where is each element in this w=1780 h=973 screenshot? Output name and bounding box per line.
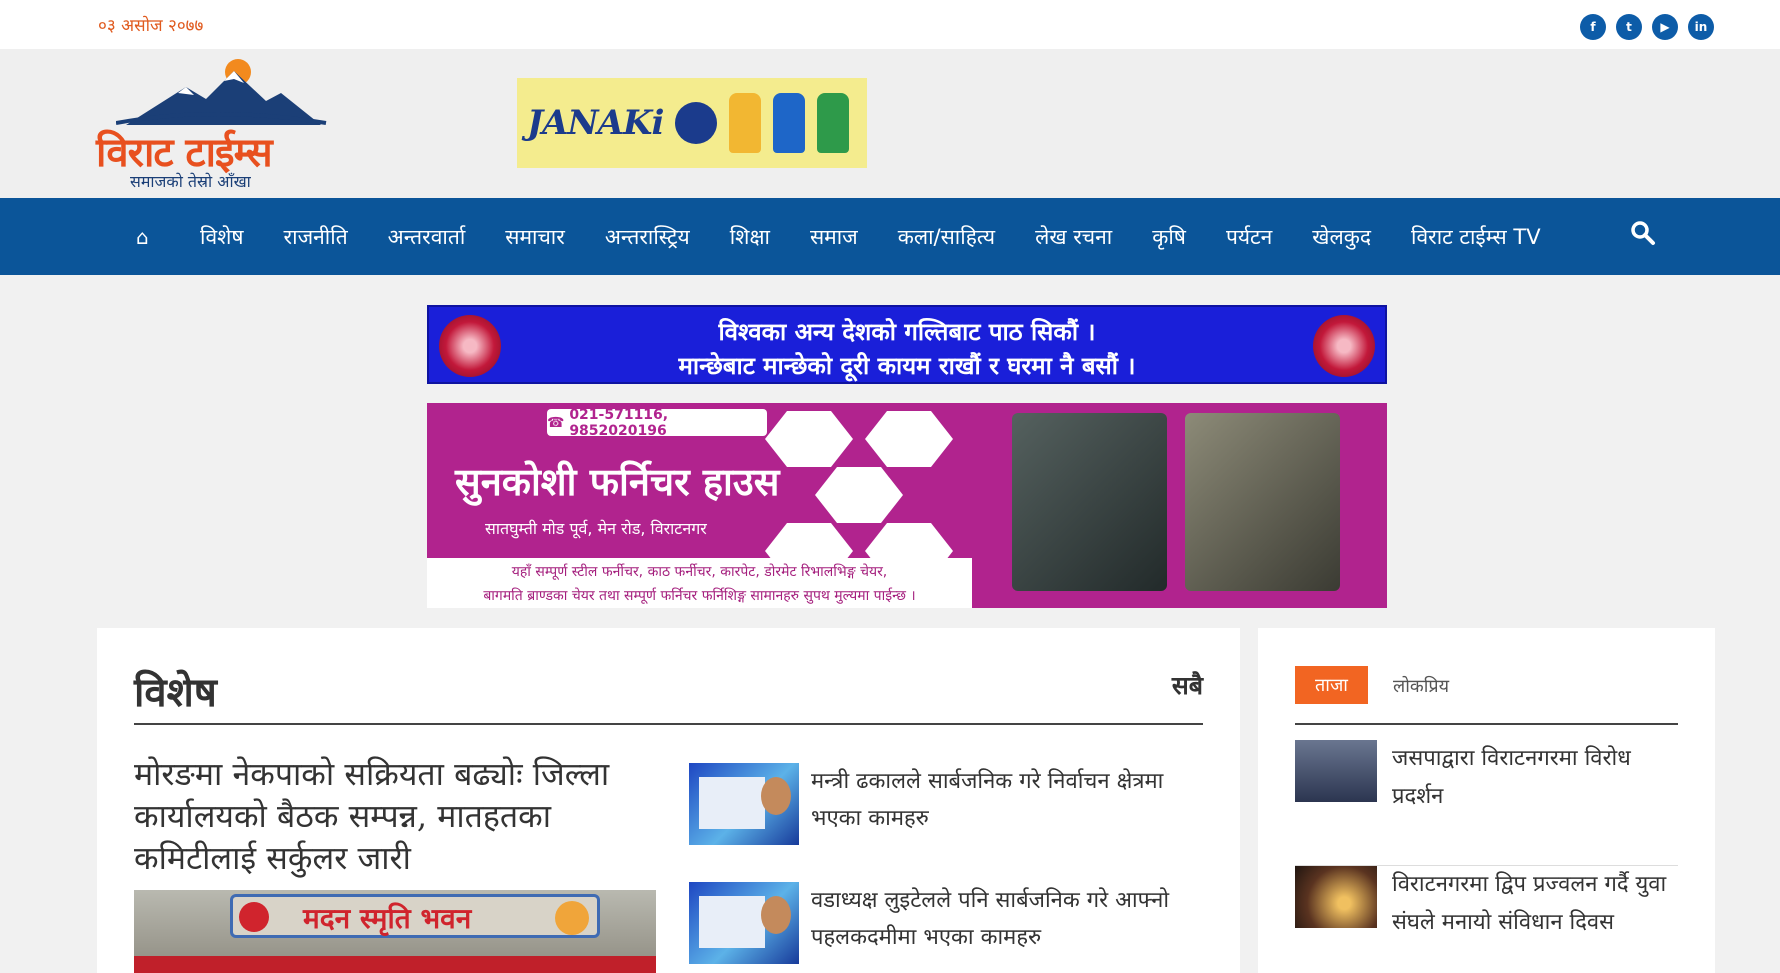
building-sign: मदन स्मृति भवन	[230, 894, 600, 938]
nav-item-shiksha[interactable]: शिक्षा	[730, 223, 770, 251]
home-icon[interactable]: ⌂	[136, 225, 166, 249]
main-nav: ⌂ विशेष राजनीति अन्तरवार्ता समाचार अन्तर…	[0, 198, 1780, 275]
tank-icon	[729, 93, 762, 153]
ad-phone: ☎ 021-571116, 9852020196	[547, 406, 767, 439]
mountain-logo-icon	[116, 59, 327, 125]
safe-image	[1012, 413, 1167, 591]
news-thumbnail	[1295, 740, 1377, 802]
janaki-ad[interactable]: JANAKi	[517, 78, 867, 168]
thumbnail-document	[699, 896, 765, 948]
twitter-icon[interactable]: t	[1616, 14, 1642, 40]
ad-footer-line-2: बागमति ब्राण्डका चेयर तथा सम्पूर्ण फर्नि…	[483, 588, 916, 604]
nav-item-antarastriya[interactable]: अन्तरास्ट्रिय	[605, 223, 690, 251]
product-hex	[865, 411, 953, 467]
news-title: विराटनगरमा द्विप प्रज्वलन गर्दै युवा संघ…	[1392, 872, 1667, 935]
lead-story-title[interactable]: मोरङमा नेकपाको सक्रियता बढ्योः जिल्ला का…	[134, 753, 664, 879]
nav-item-bishesh[interactable]: विशेष	[200, 223, 244, 251]
tank-icon	[773, 93, 806, 153]
hammer-sickle-icon	[239, 902, 269, 932]
story-title: मन्त्री ढकालले सार्बजनिक गरे निर्वाचन क्…	[811, 769, 1164, 831]
list-item[interactable]: जसपाद्वारा विराटनगरमा विरोध प्रदर्शन	[1295, 740, 1678, 866]
story-thumbnail	[689, 882, 799, 964]
story-thumbnail	[689, 763, 799, 845]
nav-item-lekh-rachana[interactable]: लेख रचना	[1035, 223, 1112, 251]
thumbnail-document	[699, 777, 765, 829]
furniture-ad[interactable]: ☎ 021-571116, 9852020196 सुनकोशी फर्निचर…	[427, 403, 1387, 608]
covid-line-2: मान्छेबाट मान्छेको दूरी कायम राखौं र घरम…	[678, 351, 1136, 380]
logo-tagline: समाजको तेस्रो आँखा	[130, 172, 251, 191]
section-title: विशेष	[134, 669, 217, 716]
ad-address: सातघुम्ती मोड पूर्व, मेन रोड, विराटनगर	[485, 519, 707, 538]
news-thumbnail	[1295, 866, 1377, 928]
nav-item-tv[interactable]: विराट टाईम्स TV	[1411, 223, 1541, 251]
latest-news-sidebar: ताजा लोकप्रिय जसपाद्वारा विराटनगरमा विरो…	[1258, 628, 1715, 973]
sidebar-divider	[1295, 723, 1678, 725]
nav-item-krishi[interactable]: कृषि	[1152, 223, 1186, 251]
top-bar: ०३ असोज २०७७ f t ▶ in	[0, 0, 1780, 49]
ad-phone-number: 021-571116, 9852020196	[569, 406, 669, 439]
nav-item-antarwarta[interactable]: अन्तरवार्ता	[388, 223, 466, 251]
list-item[interactable]: वडाध्यक्ष लुइटेलले पनि सार्बजनिक गरे आफ्…	[689, 882, 1209, 964]
site-header: विराट टाईम्स समाजको तेस्रो आँखा JANAKi	[0, 49, 1780, 198]
facebook-icon[interactable]: f	[1580, 14, 1606, 40]
ad-brand: JANAKi	[527, 103, 664, 143]
ad-shop-name: सुनकोशी फर्निचर हाउस	[455, 459, 780, 504]
list-item[interactable]: मन्त्री ढकालले सार्बजनिक गरे निर्वाचन क्…	[689, 763, 1209, 845]
view-all-link[interactable]: सबै	[1172, 668, 1203, 702]
ad-footer-line-1: यहाँ सम्पूर्ण स्टील फर्नीचर, काठ फर्नीचर…	[511, 564, 888, 580]
tank-icon	[817, 93, 850, 153]
site-logo[interactable]: विराट टाईम्स समाजको तेस्रो आँखा	[96, 57, 327, 192]
nav-item-paryatan[interactable]: पर्यटन	[1226, 223, 1272, 251]
guarantee-seal-icon	[675, 102, 718, 144]
product-hex	[815, 467, 903, 523]
youtube-icon[interactable]: ▶	[1652, 14, 1678, 40]
nav-item-kala-sahitya[interactable]: कला/साहित्य	[898, 223, 995, 251]
tab-popular[interactable]: लोकप्रिय	[1393, 674, 1449, 698]
linkedin-icon[interactable]: in	[1688, 14, 1714, 40]
ad-footer: यहाँ सम्पूर्ण स्टील फर्नीचर, काठ फर्नीचर…	[427, 558, 972, 608]
nav-item-rajniti[interactable]: राजनीति	[284, 223, 348, 251]
current-date: ०३ असोज २०७७	[98, 16, 204, 36]
search-icon[interactable]	[1630, 220, 1656, 246]
social-links: f t ▶ in	[1580, 14, 1714, 40]
nav-item-samachar[interactable]: समाचार	[505, 223, 565, 251]
nav-item-samaj[interactable]: समाज	[810, 223, 858, 251]
lead-story-image[interactable]: मदन स्मृति भवन	[134, 890, 656, 973]
tab-latest[interactable]: ताजा	[1295, 666, 1368, 704]
story-title: वडाध्यक्ष लुइटेलले पनि सार्बजनिक गरे आफ्…	[811, 888, 1170, 950]
covid-banner[interactable]: विश्वका अन्य देशको गल्तिबाट पाठ सिकौं । …	[427, 305, 1387, 384]
covid-line-1: विश्वका अन्य देशको गल्तिबाट पाठ सिकौं ।	[718, 317, 1096, 346]
list-item[interactable]: विराटनगरमा द्विप प्रज्वलन गर्दै युवा संघ…	[1295, 866, 1678, 973]
thumbnail-portrait	[761, 896, 791, 934]
red-banner-strip	[134, 956, 656, 973]
section-divider	[134, 723, 1203, 725]
nav-item-khelkud[interactable]: खेलकुद	[1312, 223, 1371, 251]
sign-text: मदन स्मृति भवन	[303, 902, 472, 935]
thumbnail-portrait	[761, 777, 791, 815]
sun-icon	[555, 901, 589, 935]
featured-section: विशेष सबै मोरङमा नेकपाको सक्रियता बढ्योः…	[97, 628, 1240, 973]
news-title: जसपाद्वारा विराटनगरमा विरोध प्रदर्शन	[1392, 746, 1631, 809]
safe-image	[1185, 413, 1340, 591]
